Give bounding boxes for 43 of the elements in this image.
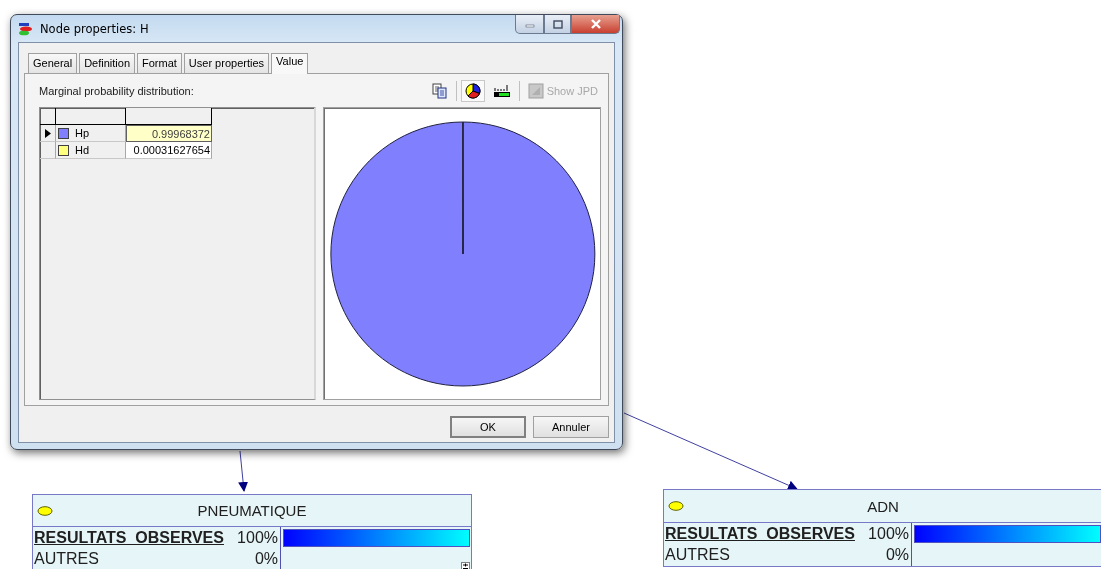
tab[interactable]: General [28, 53, 78, 73]
window-title: Node properties: H [40, 21, 149, 36]
state-percent: 100% [237, 528, 278, 547]
tab[interactable]: Definition [79, 53, 135, 73]
pie-chart-icon [464, 82, 481, 99]
checkbox-icon [527, 82, 544, 99]
app-icon [18, 21, 34, 36]
node-title: PNEUMATIQUE [197, 502, 307, 519]
state-percent: 0% [885, 545, 909, 564]
state-label[interactable]: AUTRES [34, 549, 99, 568]
ellipse-icon [37, 506, 53, 516]
bar-gauge-icon [492, 82, 511, 99]
state-label[interactable]: RESULTATS_OBSERVES [34, 528, 224, 547]
close-icon [589, 19, 602, 29]
restore-button[interactable] [544, 15, 571, 34]
state-label[interactable]: AUTRES [665, 545, 730, 564]
state-percent: 100% [868, 524, 909, 543]
node-box[interactable]: ADN RESULTATS_OBSERVES 100% AUTRES 0% [663, 489, 1101, 567]
toolbar-button[interactable] [460, 79, 485, 102]
value-cell[interactable]: 0.99968372 [126, 125, 212, 142]
node-box[interactable]: PNEUMATIQUE RESULTATS_OBSERVES 100% AUTRES 0% [32, 494, 472, 569]
tab[interactable]: Value [271, 53, 309, 74]
close-button[interactable] [571, 15, 620, 34]
value-cell[interactable]: 0.00031627654 [126, 142, 212, 159]
arrow [238, 450, 249, 492]
cancel-button[interactable]: Annuler [533, 416, 609, 438]
row-indicator[interactable] [40, 125, 56, 142]
ellipse-icon [668, 501, 684, 511]
section-label: Marginal probability distribution: [39, 84, 194, 97]
minimize-button[interactable] [515, 15, 544, 34]
state-percent: 0% [254, 549, 278, 568]
ok-button[interactable]: OK [450, 416, 526, 438]
state-name: Hd [75, 144, 90, 156]
grid-header-cell [40, 108, 56, 125]
tab[interactable]: Format [137, 53, 182, 73]
copy-icon [431, 82, 448, 99]
current-row-icon [44, 128, 51, 138]
expand-icon[interactable] [461, 562, 470, 569]
restore-icon [552, 19, 563, 29]
state-label[interactable]: RESULTATS_OBSERVES [665, 524, 855, 543]
node-title: ADN [867, 497, 899, 515]
tab[interactable]: User properties [183, 53, 270, 73]
state-name: Hp [75, 127, 90, 139]
